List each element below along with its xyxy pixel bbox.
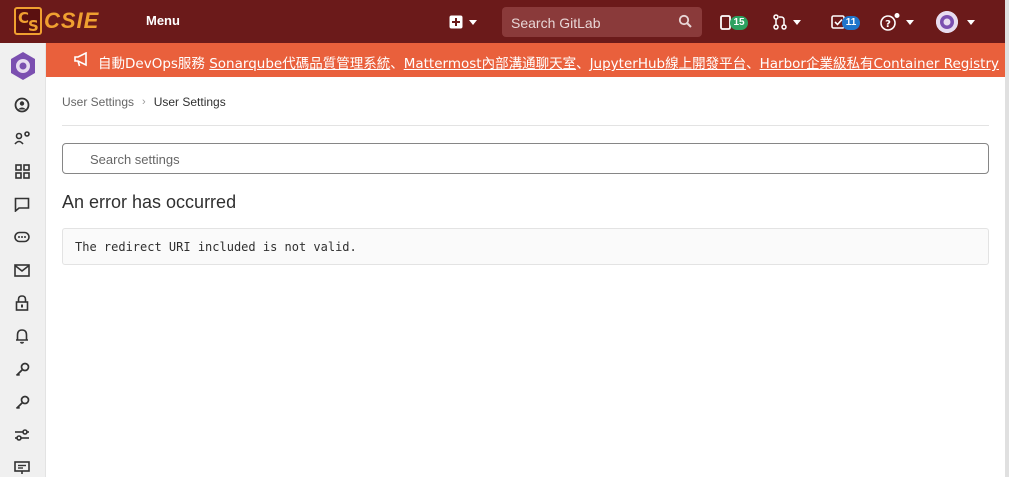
issues-button[interactable]: 15	[720, 11, 748, 33]
new-dropdown-button[interactable]	[449, 11, 477, 33]
banner-text: 自動DevOps服務 Sonarqube代碼品質管理系統、Mattermost內…	[98, 52, 999, 72]
error-title: An error has occurred	[62, 192, 237, 212]
sidebar-item-notifications[interactable]	[12, 326, 32, 346]
key-icon	[15, 395, 29, 409]
profile-icon	[14, 97, 30, 113]
search-settings-input[interactable]: Search settings	[62, 143, 989, 174]
applications-icon	[14, 163, 30, 179]
merge-requests-button[interactable]	[773, 11, 801, 33]
logo-letter-s: S	[28, 17, 39, 35]
access-tokens-icon	[14, 231, 30, 243]
banner-link-jupyterhub[interactable]: JupyterHub線上開發平台	[590, 56, 747, 72]
sidebar-item-access-tokens[interactable]	[12, 227, 32, 247]
sidebar-item-preferences[interactable]	[12, 425, 32, 445]
sidebar-avatar[interactable]	[8, 51, 38, 81]
banner-link-harbor[interactable]: Harbor企業級私有Container Registry	[760, 56, 999, 72]
user-settings-avatar-icon	[11, 52, 35, 80]
banner-prefix: 自動DevOps服務	[98, 56, 210, 72]
chevron-down-icon	[967, 19, 975, 25]
chevron-down-icon	[906, 19, 914, 25]
logo-link[interactable]: C S CSIE	[14, 7, 99, 35]
search-icon	[678, 14, 692, 28]
issues-count-badge: 15	[730, 16, 748, 30]
chevron-down-icon	[469, 19, 477, 25]
broadcast-banner: 自動DevOps服務 Sonarqube代碼品質管理系統、Mattermost內…	[46, 43, 1005, 77]
breadcrumb-divider	[62, 125, 989, 126]
sidebar-item-emails[interactable]	[12, 260, 32, 280]
account-icon	[13, 131, 30, 145]
sidebar-item-account[interactable]	[12, 128, 32, 148]
plus-square-icon	[449, 15, 463, 29]
search-settings-placeholder: Search settings	[90, 152, 180, 167]
bell-icon	[16, 329, 28, 344]
monitor-icon	[14, 461, 30, 474]
help-button[interactable]: ?	[880, 11, 914, 33]
chevron-down-icon	[793, 19, 801, 25]
banner-separator: 、	[576, 56, 590, 72]
banner-separator: 、	[390, 56, 404, 72]
megaphone-icon	[74, 52, 87, 67]
chevron-right-icon: ›	[142, 96, 146, 108]
error-message: The redirect URI included is not valid.	[75, 240, 357, 254]
todos-button[interactable]: 11	[831, 11, 860, 33]
lock-icon	[15, 295, 29, 311]
question-icon: ?	[880, 13, 900, 31]
banner-link-sonarqube[interactable]: Sonarqube代碼品質管理系統	[209, 56, 390, 72]
banner-link-mattermost[interactable]: Mattermost內部溝通聊天室	[404, 56, 576, 72]
sidebar	[0, 43, 46, 477]
emails-icon	[14, 263, 30, 277]
avatar	[936, 11, 958, 33]
breadcrumb-current[interactable]: User Settings	[154, 95, 226, 109]
error-message-box: The redirect URI included is not valid.	[62, 228, 989, 265]
breadcrumb: User Settings › User Settings	[62, 95, 226, 109]
sidebar-item-ssh-keys[interactable]	[12, 359, 32, 379]
preferences-icon	[15, 429, 29, 441]
page-scrollbar[interactable]	[1005, 0, 1009, 477]
breadcrumb-parent-link[interactable]: User Settings	[62, 95, 134, 109]
logo-text: CSIE	[44, 8, 100, 33]
search-gitlab-input[interactable]: Search GitLab	[502, 7, 702, 37]
banner-separator: 、	[746, 56, 760, 72]
sidebar-item-password[interactable]	[12, 293, 32, 313]
merge-request-icon	[773, 14, 787, 30]
logo-icon: C S	[14, 7, 42, 35]
top-navbar: C S CSIE Menu Search GitLab 15 11 ?	[0, 0, 1009, 43]
key-icon	[15, 362, 29, 376]
sidebar-item-profile[interactable]	[12, 95, 32, 115]
sidebar-item-active-sessions[interactable]	[12, 458, 32, 477]
sidebar-item-applications[interactable]	[12, 161, 32, 181]
search-placeholder: Search GitLab	[511, 15, 601, 31]
user-menu-button[interactable]	[936, 11, 975, 33]
svg-text:?: ?	[885, 19, 891, 30]
todos-count-badge: 11	[842, 16, 860, 30]
chat-icon	[14, 197, 30, 212]
sidebar-item-chat[interactable]	[12, 194, 32, 214]
sidebar-item-gpg-keys[interactable]	[12, 392, 32, 412]
menu-button[interactable]: Menu	[146, 13, 180, 28]
